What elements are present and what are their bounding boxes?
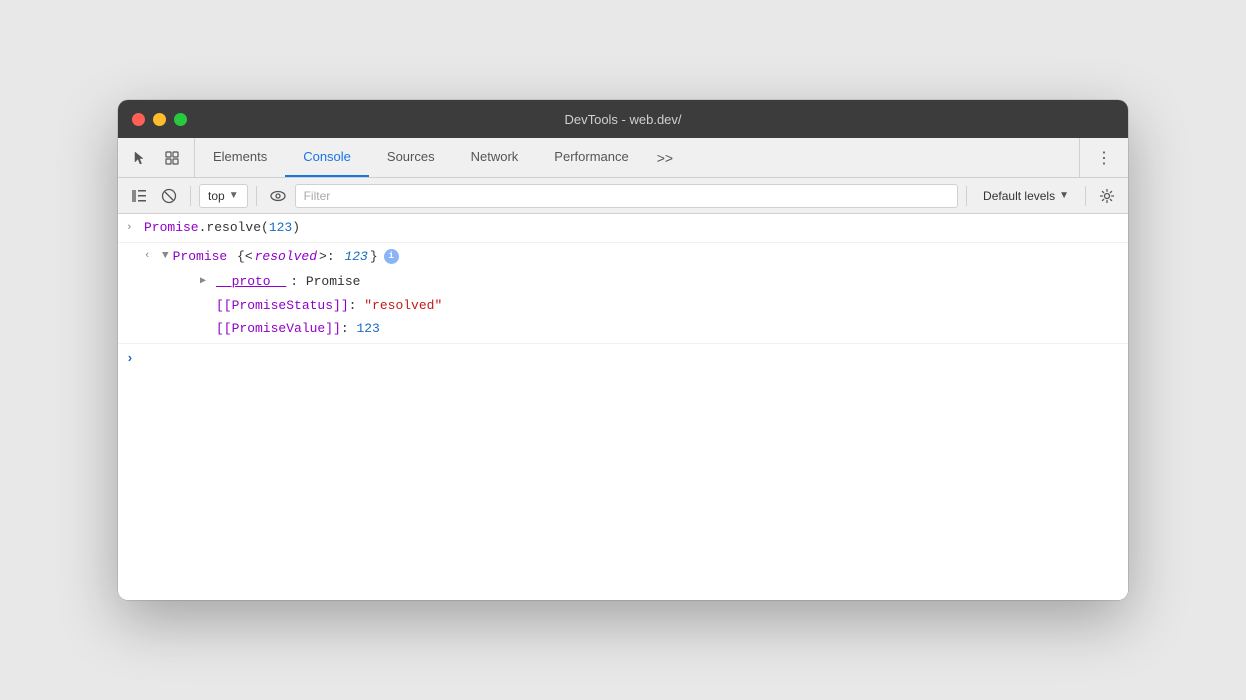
toolbar-divider-2	[256, 186, 257, 206]
tab-sources[interactable]: Sources	[369, 138, 453, 177]
tabbar-left-icons	[118, 138, 195, 177]
console-entry-input: › Promise.resolve(123)	[118, 214, 1128, 243]
tab-network[interactable]: Network	[453, 138, 537, 177]
tab-performance[interactable]: Performance	[536, 138, 646, 177]
more-menu-icon[interactable]: ⋮	[1090, 144, 1118, 172]
output-back-arrow: ‹	[144, 248, 151, 265]
sidebar-toggle-button[interactable]	[126, 183, 152, 209]
promise-constructor: Promise	[144, 220, 199, 235]
toolbar-divider-1	[190, 186, 191, 206]
promise-status-value: "resolved"	[364, 298, 442, 313]
context-selector[interactable]: top ▼	[199, 184, 248, 208]
promise-value-key: [[PromiseValue]]	[216, 321, 341, 336]
settings-button[interactable]	[1094, 183, 1120, 209]
console-input[interactable]	[144, 352, 1120, 367]
maximize-button[interactable]	[174, 113, 187, 126]
tabbar: Elements Console Sources Network Perform…	[118, 138, 1128, 178]
console-input-text: Promise.resolve(123)	[144, 218, 1120, 238]
levels-dropdown[interactable]: Default levels ▼	[975, 187, 1077, 205]
proto-arrow[interactable]: ▶	[200, 274, 206, 289]
expand-toggle[interactable]: ▼	[162, 248, 169, 265]
tabbar-menu: ⋮	[1079, 138, 1128, 177]
resolved-value: 123	[344, 247, 367, 267]
tab-console[interactable]: Console	[285, 138, 369, 177]
promise-status-key: [[PromiseStatus]]	[216, 298, 349, 313]
close-button[interactable]	[132, 113, 145, 126]
filter-input[interactable]	[295, 184, 958, 208]
proto-row: ▶ __proto__: Promise	[180, 270, 1120, 294]
window-title: DevTools - web.dev/	[564, 112, 681, 127]
levels-arrow-icon: ▼	[1059, 190, 1069, 201]
titlebar: DevTools - web.dev/	[118, 100, 1128, 138]
context-label: top	[208, 189, 225, 203]
console-entry-output: ‹ ▼ Promise {<resolved>: 123} i ▶ __prot…	[118, 243, 1128, 344]
toolbar-divider-3	[966, 186, 967, 206]
devtools-window: DevTools - web.dev/ Elements	[118, 100, 1128, 600]
console-toolbar: top ▼ Default levels ▼	[118, 178, 1128, 214]
promise-label: Promise	[173, 247, 228, 267]
input-arrow: ›	[126, 220, 133, 237]
more-tabs-button[interactable]: >>	[647, 138, 683, 177]
console-input-line[interactable]: ›	[118, 344, 1128, 375]
levels-label: Default levels	[983, 189, 1055, 203]
info-badge[interactable]: i	[384, 249, 399, 264]
promise-status-row: [[PromiseStatus]]: "resolved"	[180, 294, 1120, 318]
tab-elements[interactable]: Elements	[195, 138, 285, 177]
input-chevron-icon: ›	[126, 349, 134, 369]
proto-key[interactable]: __proto__	[216, 272, 286, 292]
traffic-lights	[132, 113, 187, 126]
eye-button[interactable]	[265, 183, 291, 209]
resolved-key: resolved	[255, 247, 317, 267]
cursor-icon[interactable]	[126, 144, 154, 172]
minimize-button[interactable]	[153, 113, 166, 126]
object-children: ▶ __proto__: Promise [[PromiseStatus]]: …	[144, 270, 1120, 343]
console-output: › Promise.resolve(123) ‹ ▼ Promise {<res…	[118, 214, 1128, 600]
layers-icon[interactable]	[158, 144, 186, 172]
object-summary: Promise {<resolved>: 123} i	[173, 247, 399, 267]
clear-console-button[interactable]	[156, 183, 182, 209]
toolbar-divider-4	[1085, 186, 1086, 206]
context-dropdown-arrow: ▼	[229, 190, 239, 201]
promise-value-row: [[PromiseValue]]: 123	[180, 317, 1120, 343]
promise-value-num: 123	[356, 321, 379, 336]
tabs: Elements Console Sources Network Perform…	[195, 138, 1079, 177]
